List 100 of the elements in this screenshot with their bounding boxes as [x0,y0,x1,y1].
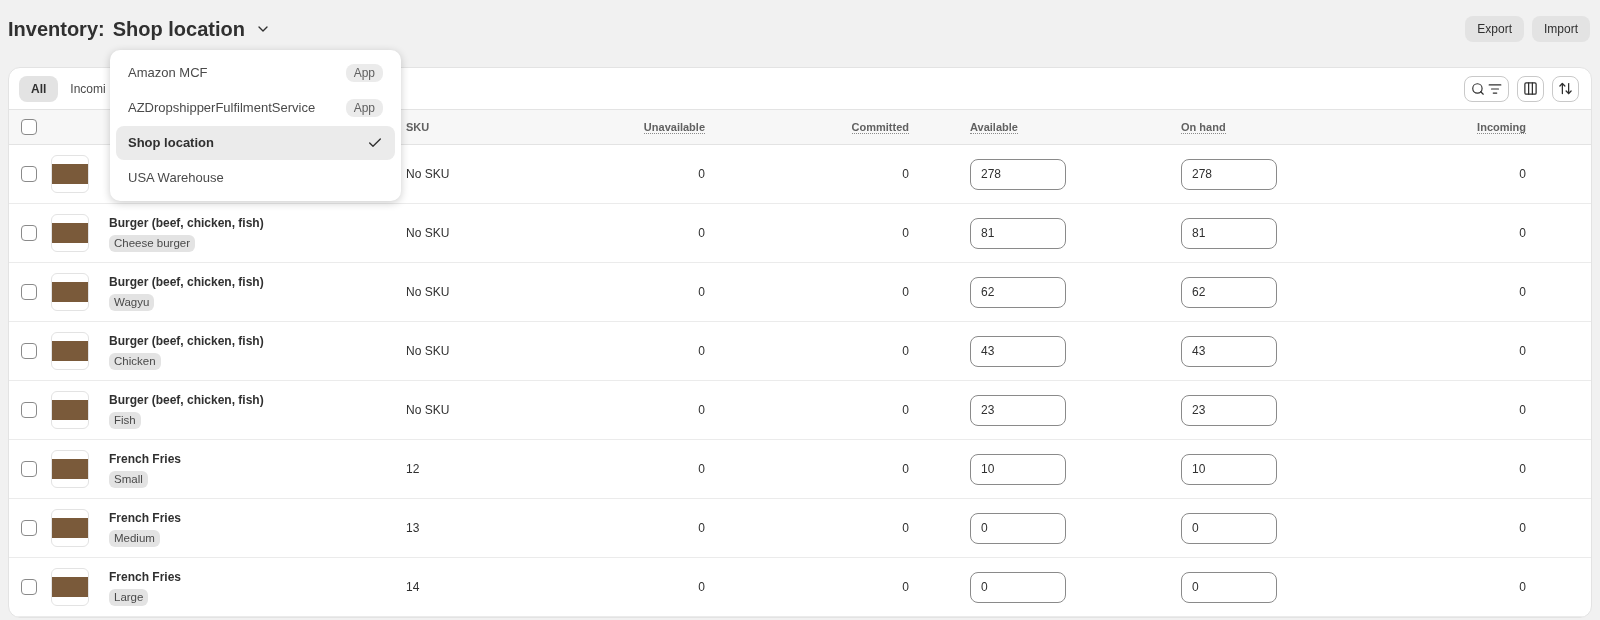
location-option[interactable]: AZDropshipperFulfilmentService App [116,91,395,125]
committed-count: 0 [902,403,909,417]
variant-tag: Small [109,470,148,489]
product-title[interactable]: French Fries [109,567,182,586]
sku-text: No SKU [406,285,450,299]
unavailable-count: 0 [698,226,705,240]
product-title[interactable]: Burger (beef, chicken, fish) [109,272,264,291]
variant-tag: Wagyu [109,293,155,312]
checkbox[interactable] [21,402,37,418]
unavailable-count: 0 [698,285,705,299]
column-header: SKU [406,120,430,133]
sort-button[interactable] [1552,75,1579,102]
search-filter-button[interactable] [1464,75,1509,102]
on-hand-input[interactable]: 81 [1181,217,1277,249]
filter-tab[interactable]: All [19,75,59,102]
committed-count: 0 [902,344,909,358]
header-button[interactable]: Import [1532,16,1590,42]
sku-text: No SKU [406,403,450,417]
sort-icon [1558,81,1573,96]
unavailable-count: 0 [698,344,705,358]
committed-count: 0 [902,285,909,299]
incoming-count: 0 [1519,580,1526,594]
column-header[interactable]: Committed [851,120,909,134]
columns-button[interactable] [1517,75,1544,102]
unavailable-count: 0 [698,167,705,181]
product-title[interactable]: Burger (beef, chicken, fish) [109,331,264,350]
committed-count: 0 [902,580,909,594]
available-input[interactable]: 10 [970,453,1066,485]
header-button[interactable]: Export [1465,16,1524,42]
available-input[interactable]: 278 [970,158,1066,190]
available-input[interactable]: 43 [970,335,1066,367]
variant-tag: Fish [109,411,141,430]
location-option[interactable]: Amazon MCF App [116,56,395,90]
checkbox[interactable] [21,461,37,477]
available-input[interactable]: 23 [970,394,1066,426]
page-title-prefix: Inventory: [8,17,105,42]
available-input[interactable]: 81 [970,217,1066,249]
sku-text: No SKU [406,167,450,181]
columns-icon [1523,81,1538,96]
checkbox[interactable] [21,343,37,359]
search-icon [1471,81,1485,96]
incoming-count: 0 [1519,521,1526,535]
on-hand-input[interactable]: 0 [1181,571,1277,603]
unavailable-count: 0 [698,580,705,594]
product-title[interactable]: Burger (beef, chicken, fish) [109,390,264,409]
on-hand-input[interactable]: 23 [1181,394,1277,426]
location-option[interactable]: USA Warehouse [116,161,395,195]
photo-placeholder [51,273,89,311]
product-title[interactable]: French Fries [109,508,182,527]
photo-placeholder [51,332,89,370]
incoming-count: 0 [1519,226,1526,240]
column-header[interactable]: Unavailable [643,120,705,134]
checkbox[interactable] [21,225,37,241]
available-input[interactable]: 62 [970,276,1066,308]
unavailable-count: 0 [698,403,705,417]
available-input[interactable]: 0 [970,512,1066,544]
filter-icon [1488,81,1502,96]
column-header[interactable]: On hand [1181,120,1226,134]
variant-tag: Cheese burger [109,234,196,253]
incoming-count: 0 [1519,285,1526,299]
photo-placeholder [51,450,89,488]
incoming-count: 0 [1519,167,1526,181]
on-hand-input[interactable]: 10 [1181,453,1277,485]
sku-text: No SKU [406,344,450,358]
app-badge: App [345,64,383,82]
incoming-count: 0 [1519,403,1526,417]
incoming-count: 0 [1519,344,1526,358]
photo-placeholder [51,568,89,606]
committed-count: 0 [902,226,909,240]
committed-count: 0 [902,462,909,476]
on-hand-input[interactable]: 0 [1181,512,1277,544]
product-title[interactable]: Burger (beef, chicken, fish) [109,213,264,232]
checkbox[interactable] [21,119,37,135]
unavailable-count: 0 [698,462,705,476]
photo-placeholder [51,214,89,252]
product-title[interactable]: French Fries [109,449,182,468]
available-input[interactable]: 0 [970,571,1066,603]
checkbox[interactable] [21,579,37,595]
sku-text: 12 [406,462,420,476]
incoming-count: 0 [1519,462,1526,476]
column-header[interactable]: Available [970,120,1018,134]
on-hand-input[interactable]: 43 [1181,335,1277,367]
sku-text: 14 [406,580,420,594]
app-badge: App [345,99,383,117]
committed-count: 0 [902,167,909,181]
sku-text: 13 [406,521,420,535]
checkbox[interactable] [21,166,37,182]
photo-placeholder [51,155,89,193]
location-selector[interactable]: Shop location [112,14,271,44]
checkbox[interactable] [21,520,37,536]
photo-placeholder [51,391,89,429]
checkbox[interactable] [21,284,37,300]
variant-tag: Chicken [109,352,161,371]
column-header[interactable]: Incoming [1477,120,1526,134]
location-option[interactable]: Shop location [116,126,395,160]
on-hand-input[interactable]: 278 [1181,158,1277,190]
committed-count: 0 [902,521,909,535]
on-hand-input[interactable]: 62 [1181,276,1277,308]
variant-tag: Medium [109,529,160,548]
filter-tab[interactable]: Incomi [64,75,106,102]
